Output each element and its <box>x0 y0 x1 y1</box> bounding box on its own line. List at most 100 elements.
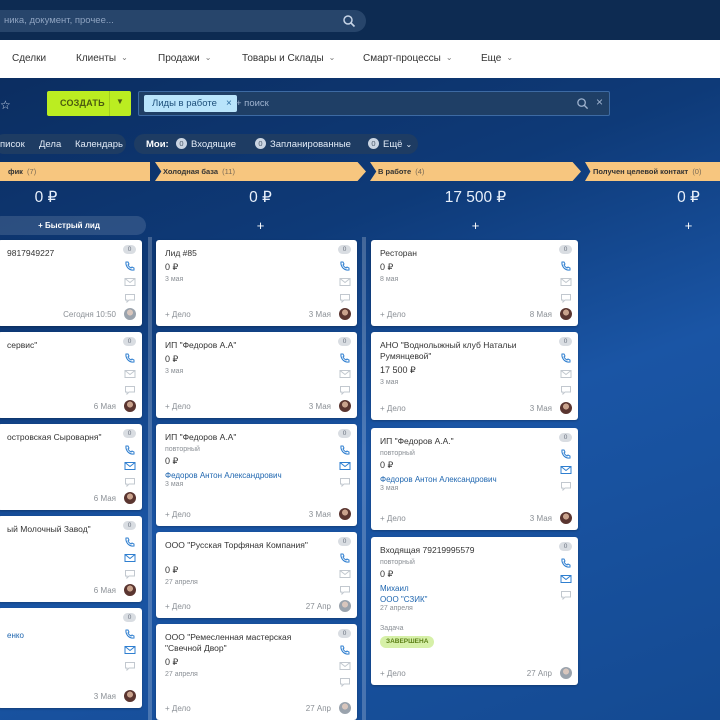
phone-icon[interactable] <box>124 261 136 271</box>
chevron-down-icon[interactable]: ▼ <box>116 97 124 106</box>
mail-icon[interactable] <box>560 465 572 475</box>
lead-card[interactable]: ИП "Федоров А.А" 0 ₽ 3 мая 0 + Дело 3 Мая <box>156 332 357 418</box>
avatar[interactable] <box>124 308 136 320</box>
chat-icon[interactable] <box>339 293 351 303</box>
add-item-button[interactable]: + <box>370 218 581 233</box>
column-header[interactable]: В работе (4) <box>370 162 581 181</box>
card-contact-link[interactable]: Михаил <box>380 583 409 594</box>
lead-card[interactable]: ИП "Федоров А.А." повторный 0 ₽ Федоров Ант… <box>371 428 578 530</box>
search-icon[interactable] <box>342 14 356 28</box>
phone-icon[interactable] <box>339 261 351 271</box>
add-item-button[interactable]: + <box>155 218 366 233</box>
chat-icon[interactable] <box>560 385 572 395</box>
add-activity-button[interactable]: + Дело <box>380 669 406 678</box>
lead-card[interactable]: Лид #85 0 ₽ 3 мая 0 + Дело 3 Мая <box>156 240 357 326</box>
star-icon[interactable]: ☆ <box>0 98 11 112</box>
card-title[interactable]: 9817949227 <box>7 248 142 259</box>
avatar[interactable] <box>560 308 572 320</box>
avatar[interactable] <box>339 400 351 412</box>
view-activities[interactable]: Дела <box>39 139 61 150</box>
mail-icon[interactable] <box>124 645 136 655</box>
phone-icon[interactable] <box>339 353 351 363</box>
avatar[interactable] <box>124 690 136 702</box>
phone-icon[interactable] <box>339 645 351 655</box>
card-contact-link[interactable]: Федоров Антон Александрович <box>165 470 282 481</box>
filter-search[interactable]: Лиды в работе × + поиск × <box>138 91 610 116</box>
view-calendar[interactable]: Календарь <box>75 139 123 150</box>
phone-icon[interactable] <box>124 537 136 547</box>
column-scrollbar[interactable] <box>148 237 152 720</box>
avatar[interactable] <box>339 308 351 320</box>
phone-icon[interactable] <box>560 449 572 459</box>
menu-item-sales[interactable]: Продажи ⌄ <box>158 53 211 64</box>
lead-card[interactable]: АНО "Воднолыжный клуб Натальи Румянцевой… <box>371 332 578 420</box>
avatar[interactable] <box>124 400 136 412</box>
column-header[interactable]: фик (7) <box>0 162 150 181</box>
card-contact-link[interactable]: енко <box>7 630 24 641</box>
chat-icon[interactable] <box>560 590 572 600</box>
phone-icon[interactable] <box>560 353 572 363</box>
add-activity-button[interactable]: + Дело <box>380 310 406 319</box>
chat-icon[interactable] <box>124 293 136 303</box>
lead-card[interactable]: ООО "Русская Торфяная Компания" 0 ₽ 27 апр… <box>156 532 357 618</box>
card-title[interactable]: АНО "Воднолыжный клуб Натальи Румянцевой… <box>380 340 540 362</box>
mail-icon[interactable] <box>339 277 351 287</box>
mail-icon[interactable] <box>339 461 351 471</box>
card-title[interactable]: островская Сыроварня" <box>7 432 142 443</box>
mail-icon[interactable] <box>560 369 572 379</box>
menu-item-deals[interactable]: Сделки <box>12 53 46 64</box>
lead-card[interactable]: 9817949227 0 Сегодня 10:50 <box>0 240 142 326</box>
chat-icon[interactable] <box>124 385 136 395</box>
add-activity-button[interactable]: + Дело <box>380 514 406 523</box>
add-activity-button[interactable]: + Дело <box>165 310 191 319</box>
menu-item-clients[interactable]: Клиенты ⌄ <box>76 53 128 64</box>
lead-card[interactable]: Ресторан 0 ₽ 8 мая 0 + Дело 8 Мая <box>371 240 578 326</box>
avatar[interactable] <box>560 667 572 679</box>
mail-icon[interactable] <box>560 574 572 584</box>
global-search-input[interactable]: ника, документ, прочее... <box>0 10 366 32</box>
chat-icon[interactable] <box>124 661 136 671</box>
chat-icon[interactable] <box>124 569 136 579</box>
create-button[interactable]: СОЗДАТЬ ▼ <box>47 91 131 116</box>
card-title[interactable]: ИП "Федоров А.А" <box>165 432 325 443</box>
avatar[interactable] <box>124 492 136 504</box>
card-title[interactable]: Входящая 79219995579 <box>380 545 540 556</box>
card-title[interactable]: Ресторан <box>380 248 540 259</box>
mail-icon[interactable] <box>124 553 136 563</box>
lead-card[interactable]: енко 0 3 Мая <box>0 608 142 708</box>
mail-icon[interactable] <box>339 661 351 671</box>
clear-icon[interactable]: × <box>596 95 603 109</box>
chat-icon[interactable] <box>339 385 351 395</box>
mail-icon[interactable] <box>339 569 351 579</box>
phone-icon[interactable] <box>560 558 572 568</box>
card-title[interactable]: ООО "Русская Торфяная Компания" <box>165 540 325 551</box>
search-icon[interactable] <box>576 97 589 110</box>
mail-icon[interactable] <box>124 277 136 287</box>
card-contact-link[interactable]: Федоров Антон Александрович <box>380 474 497 485</box>
card-title[interactable]: ООО "Ремесленная мастерская "Свечной Дво… <box>165 632 325 654</box>
quick-lead-button[interactable]: + Быстрый лид <box>0 216 146 235</box>
lead-card[interactable]: ИП "Федоров А.А" повторный 0 ₽ Федоров Анто… <box>156 424 357 526</box>
add-activity-button[interactable]: + Дело <box>165 602 191 611</box>
phone-icon[interactable] <box>339 445 351 455</box>
card-title[interactable]: Лид #85 <box>165 248 325 259</box>
column-scrollbar[interactable] <box>362 237 366 720</box>
add-activity-button[interactable]: + Дело <box>380 404 406 413</box>
mail-icon[interactable] <box>560 277 572 287</box>
avatar[interactable] <box>339 508 351 520</box>
chat-icon[interactable] <box>339 677 351 687</box>
avatar[interactable] <box>339 600 351 612</box>
add-activity-button[interactable]: + Дело <box>165 510 191 519</box>
chat-icon[interactable] <box>339 585 351 595</box>
menu-item-more[interactable]: Еще ⌄ <box>481 53 513 64</box>
phone-icon[interactable] <box>124 353 136 363</box>
phone-icon[interactable] <box>560 261 572 271</box>
card-title[interactable]: ИП "Федоров А.А" <box>165 340 325 351</box>
mail-icon[interactable] <box>339 369 351 379</box>
lead-card[interactable]: ый Молочный Завод" 0 6 Мая <box>0 516 142 602</box>
lead-card[interactable]: сервис" 0 6 Мая <box>0 332 142 418</box>
counter-more[interactable]: 0 Ещё ⌄ <box>368 138 412 150</box>
avatar[interactable] <box>124 584 136 596</box>
counter-incoming[interactable]: 0 Входящие <box>176 138 236 150</box>
mail-icon[interactable] <box>124 369 136 379</box>
